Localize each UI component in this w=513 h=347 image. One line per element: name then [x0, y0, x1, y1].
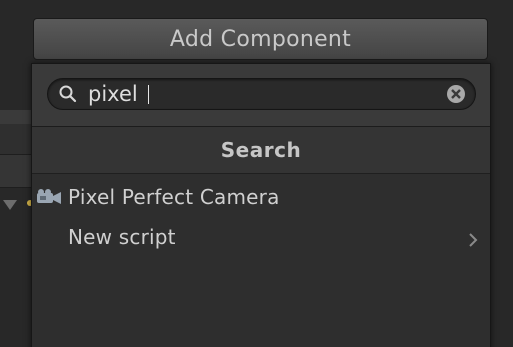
search-icon [58, 84, 78, 104]
search-input[interactable] [88, 79, 428, 109]
clear-icon[interactable] [446, 84, 466, 104]
text-caret [148, 85, 149, 104]
add-component-button[interactable]: Add Component [33, 18, 488, 60]
search-section-label: Search [220, 138, 302, 162]
camera-icon [35, 187, 63, 205]
result-item-label: Pixel Perfect Camera [68, 185, 280, 209]
foldout-arrow-icon[interactable] [3, 200, 17, 210]
editor-window: C Add Component [0, 0, 513, 347]
chevron-right-icon [466, 229, 480, 247]
result-item-pixel-perfect-camera[interactable]: Pixel Perfect Camera [32, 177, 490, 217]
search-area [32, 64, 490, 127]
search-field[interactable] [47, 78, 476, 110]
add-component-dropdown: Search Pixel Perfect Camera New script [31, 63, 491, 347]
add-component-label: Add Component [169, 26, 352, 52]
result-item-new-script[interactable]: New script [32, 217, 490, 257]
search-section-header: Search [32, 127, 490, 174]
result-item-label: New script [68, 225, 176, 249]
